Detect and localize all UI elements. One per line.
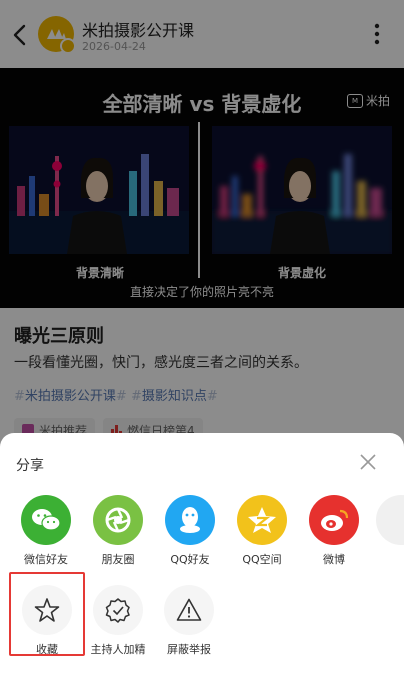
share-sheet-title: 分享 — [16, 458, 44, 474]
host-feature-action[interactable]: 主持人加精 — [83, 585, 153, 657]
share-label: 微博 — [323, 553, 345, 566]
warning-icon — [164, 585, 214, 635]
wechat-icon — [21, 495, 71, 545]
qq-icon — [165, 495, 215, 545]
share-moments[interactable]: 朋友圈 — [88, 495, 148, 567]
action-label: 主持人加精 — [90, 643, 146, 656]
share-wechat-friend[interactable]: 微信好友 — [16, 495, 76, 567]
share-weibo[interactable]: 微博 — [304, 495, 364, 567]
close-icon[interactable] — [359, 453, 377, 471]
share-label: 朋友圈 — [101, 553, 135, 566]
share-label: QQ空间 — [242, 553, 282, 566]
share-label: QQ好友 — [170, 553, 210, 566]
share-qzone[interactable]: QQ空间 — [232, 495, 292, 567]
block-report-action[interactable]: 屏蔽举报 — [154, 585, 224, 657]
weibo-icon — [309, 495, 359, 545]
action-label: 屏蔽举报 — [167, 643, 211, 656]
share-sheet: 分享 微信好友 朋友圈 QQ好友 QQ空间 微博 收藏 主持人加精 屏蔽举报 — [0, 433, 404, 685]
share-label: 微信好友 — [24, 553, 68, 566]
share-qq-friend[interactable]: QQ好友 — [160, 495, 220, 567]
favorite-highlight-box — [9, 572, 85, 656]
moments-icon — [93, 495, 143, 545]
verified-badge-icon — [93, 585, 143, 635]
more-targets-peek[interactable] — [376, 495, 404, 545]
qzone-icon — [237, 495, 287, 545]
